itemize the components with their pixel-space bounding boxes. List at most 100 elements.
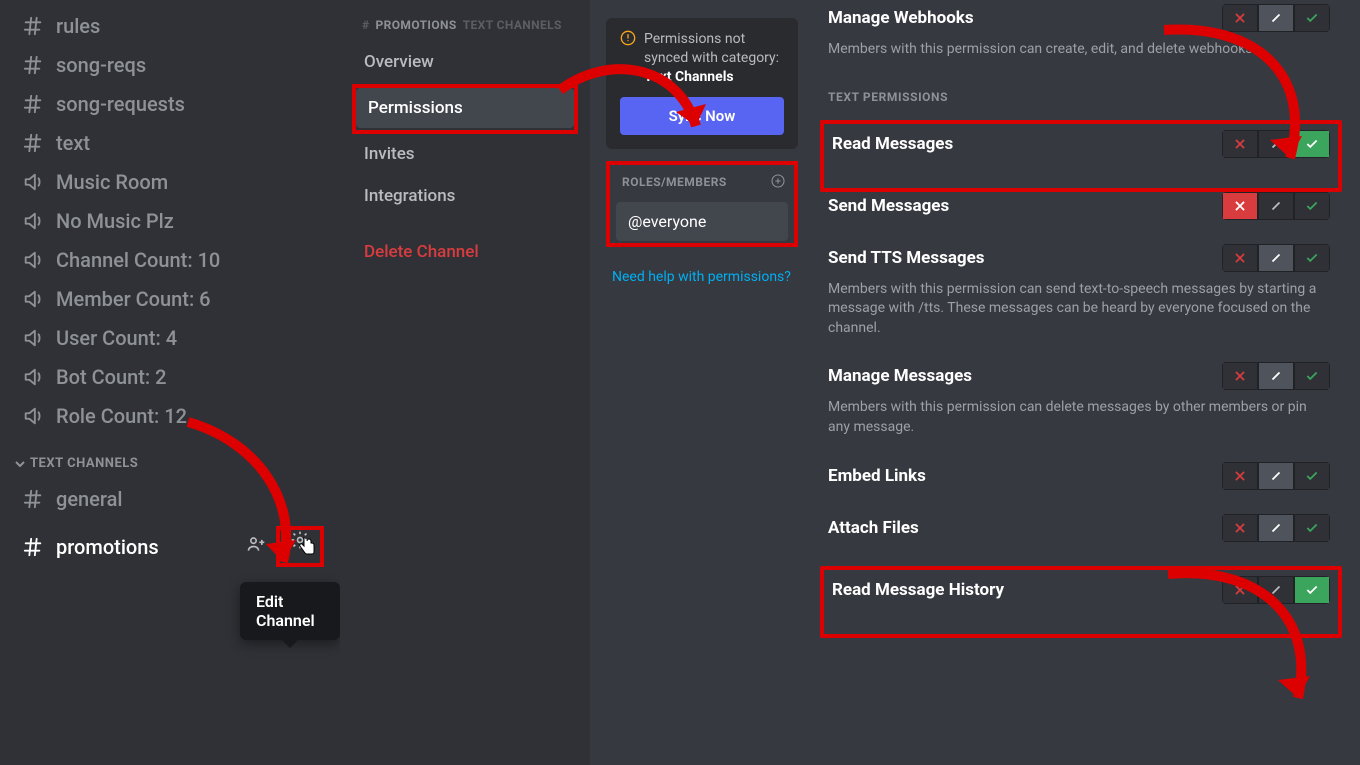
channel-sidebar: rules song-reqs song-requests text Music Roo… (0, 0, 340, 765)
perm-allow[interactable] (1294, 514, 1330, 542)
perm-allow[interactable] (1294, 576, 1330, 604)
perm-deny[interactable] (1222, 576, 1258, 604)
channel-settings: # PROMOTIONS TEXT CHANNELS Overview Permi… (340, 0, 1360, 765)
nav-integrations[interactable]: Integrations (352, 176, 578, 216)
tri-3 (1222, 362, 1330, 390)
perm-attach-files: Attach Files (828, 514, 1330, 542)
channel-item[interactable]: Music Room (14, 164, 332, 200)
speaker-icon (22, 288, 44, 310)
nav-invites[interactable]: Invites (352, 134, 578, 174)
settings-nav-header: # PROMOTIONS TEXT CHANNELS (352, 18, 578, 32)
perm-allow[interactable] (1294, 130, 1330, 158)
sync-card: Permissions not synced with category: Te… (606, 18, 798, 149)
channel-item[interactable]: rules (14, 8, 332, 44)
speaker-icon (22, 366, 44, 388)
channel-label: No Music Plz (56, 209, 174, 233)
channel-item[interactable]: text (14, 125, 332, 161)
perm-desc: Members with this permission can delete … (828, 398, 1330, 437)
perm-deny[interactable] (1222, 130, 1258, 158)
channel-item[interactable]: promotions (14, 520, 332, 573)
perm-manage-webhooks: Manage Webhooks Members with this permis… (828, 4, 1330, 60)
create-invite-icon[interactable] (246, 534, 266, 559)
perm-deny[interactable] (1222, 192, 1258, 220)
tri-4 (1222, 462, 1330, 490)
perm-title: Read Message History (832, 580, 1004, 600)
perm-allow[interactable] (1294, 4, 1330, 32)
perm-deny[interactable] (1222, 4, 1258, 32)
tri-manage-webhooks (1222, 4, 1330, 32)
perm-send-messages: Send Messages (828, 192, 1330, 220)
perm-allow[interactable] (1294, 192, 1330, 220)
role-everyone[interactable]: @everyone (616, 202, 788, 241)
channel-item[interactable]: User Count: 4 (14, 320, 332, 356)
channel-label: Channel Count: 10 (56, 248, 220, 272)
perm-neutral[interactable] (1258, 192, 1294, 220)
perm-title: Manage Messages (828, 366, 972, 386)
delete-channel[interactable]: Delete Channel (352, 232, 578, 272)
channel-label: Member Count: 6 (56, 287, 211, 311)
speaker-icon (22, 171, 44, 193)
sync-now-button[interactable]: Sync Now (620, 97, 784, 135)
roles-header: ROLES/MEMBERS (612, 167, 792, 198)
section-label: TEXT CHANNELS (30, 456, 138, 471)
perm-allow[interactable] (1294, 462, 1330, 490)
roles-column: Permissions not synced with category: Te… (590, 0, 800, 765)
gear-icon[interactable] (290, 531, 310, 555)
hash-icon (22, 488, 44, 510)
channel-item[interactable]: Role Count: 12 (14, 398, 332, 434)
channel-label: song-requests (56, 92, 185, 116)
perm-deny[interactable] (1222, 244, 1258, 272)
perm-allow[interactable] (1294, 244, 1330, 272)
perm-neutral[interactable] (1258, 362, 1294, 390)
channel-item[interactable]: Channel Count: 10 (14, 242, 332, 278)
tri-1 (1222, 192, 1330, 220)
perm-deny[interactable] (1222, 462, 1258, 490)
perm-neutral[interactable] (1258, 576, 1294, 604)
perm-desc: Members with this permission can send te… (828, 280, 1330, 339)
add-role-icon[interactable] (770, 173, 786, 192)
tri-0 (1222, 130, 1330, 158)
permissions-list[interactable]: Manage Webhooks Members with this permis… (800, 0, 1360, 765)
channel-item[interactable]: song-requests (14, 86, 332, 122)
settings-nav: # PROMOTIONS TEXT CHANNELS Overview Permi… (340, 0, 590, 765)
channel-label: text (56, 131, 90, 155)
channel-item[interactable]: Bot Count: 2 (14, 359, 332, 395)
channel-item[interactable]: Member Count: 6 (14, 281, 332, 317)
channel-label: Bot Count: 2 (56, 365, 167, 389)
hash-icon (22, 54, 44, 76)
hash-icon (22, 93, 44, 115)
hash-icon (22, 132, 44, 154)
perm-neutral[interactable] (1258, 244, 1294, 272)
warning-icon (620, 30, 636, 52)
perm-allow[interactable] (1294, 362, 1330, 390)
channel-label: promotions (56, 535, 159, 559)
perm-neutral[interactable] (1258, 130, 1294, 158)
perm-neutral[interactable] (1258, 514, 1294, 542)
speaker-icon (22, 327, 44, 349)
perm-title: Embed Links (828, 466, 926, 486)
perm-read-message-history: Read Message History (832, 576, 1330, 604)
perm-deny[interactable] (1222, 362, 1258, 390)
hash-icon (22, 536, 44, 558)
perm-title: Read Messages (832, 134, 953, 154)
channel-item[interactable]: No Music Plz (14, 203, 332, 239)
hash-icon (22, 15, 44, 37)
speaker-icon (22, 249, 44, 271)
perm-neutral[interactable] (1258, 4, 1294, 32)
channel-item[interactable]: song-reqs (14, 47, 332, 83)
channel-label: User Count: 4 (56, 326, 177, 350)
perm-title: Send TTS Messages (828, 248, 985, 268)
sync-text: Permissions not synced with category: Te… (644, 30, 784, 87)
nav-permissions[interactable]: Permissions (356, 88, 574, 128)
permissions-help-link[interactable]: Need help with permissions? (612, 269, 798, 285)
tri-2 (1222, 244, 1330, 272)
section-text-channels[interactable]: TEXT CHANNELS (14, 456, 332, 471)
speaker-icon (22, 210, 44, 232)
tri-5 (1222, 514, 1330, 542)
nav-overview[interactable]: Overview (352, 42, 578, 82)
channel-item[interactable]: general (14, 481, 332, 517)
tri-6 (1222, 576, 1330, 604)
perm-deny[interactable] (1222, 514, 1258, 542)
channel-label: song-reqs (56, 53, 146, 77)
perm-neutral[interactable] (1258, 462, 1294, 490)
